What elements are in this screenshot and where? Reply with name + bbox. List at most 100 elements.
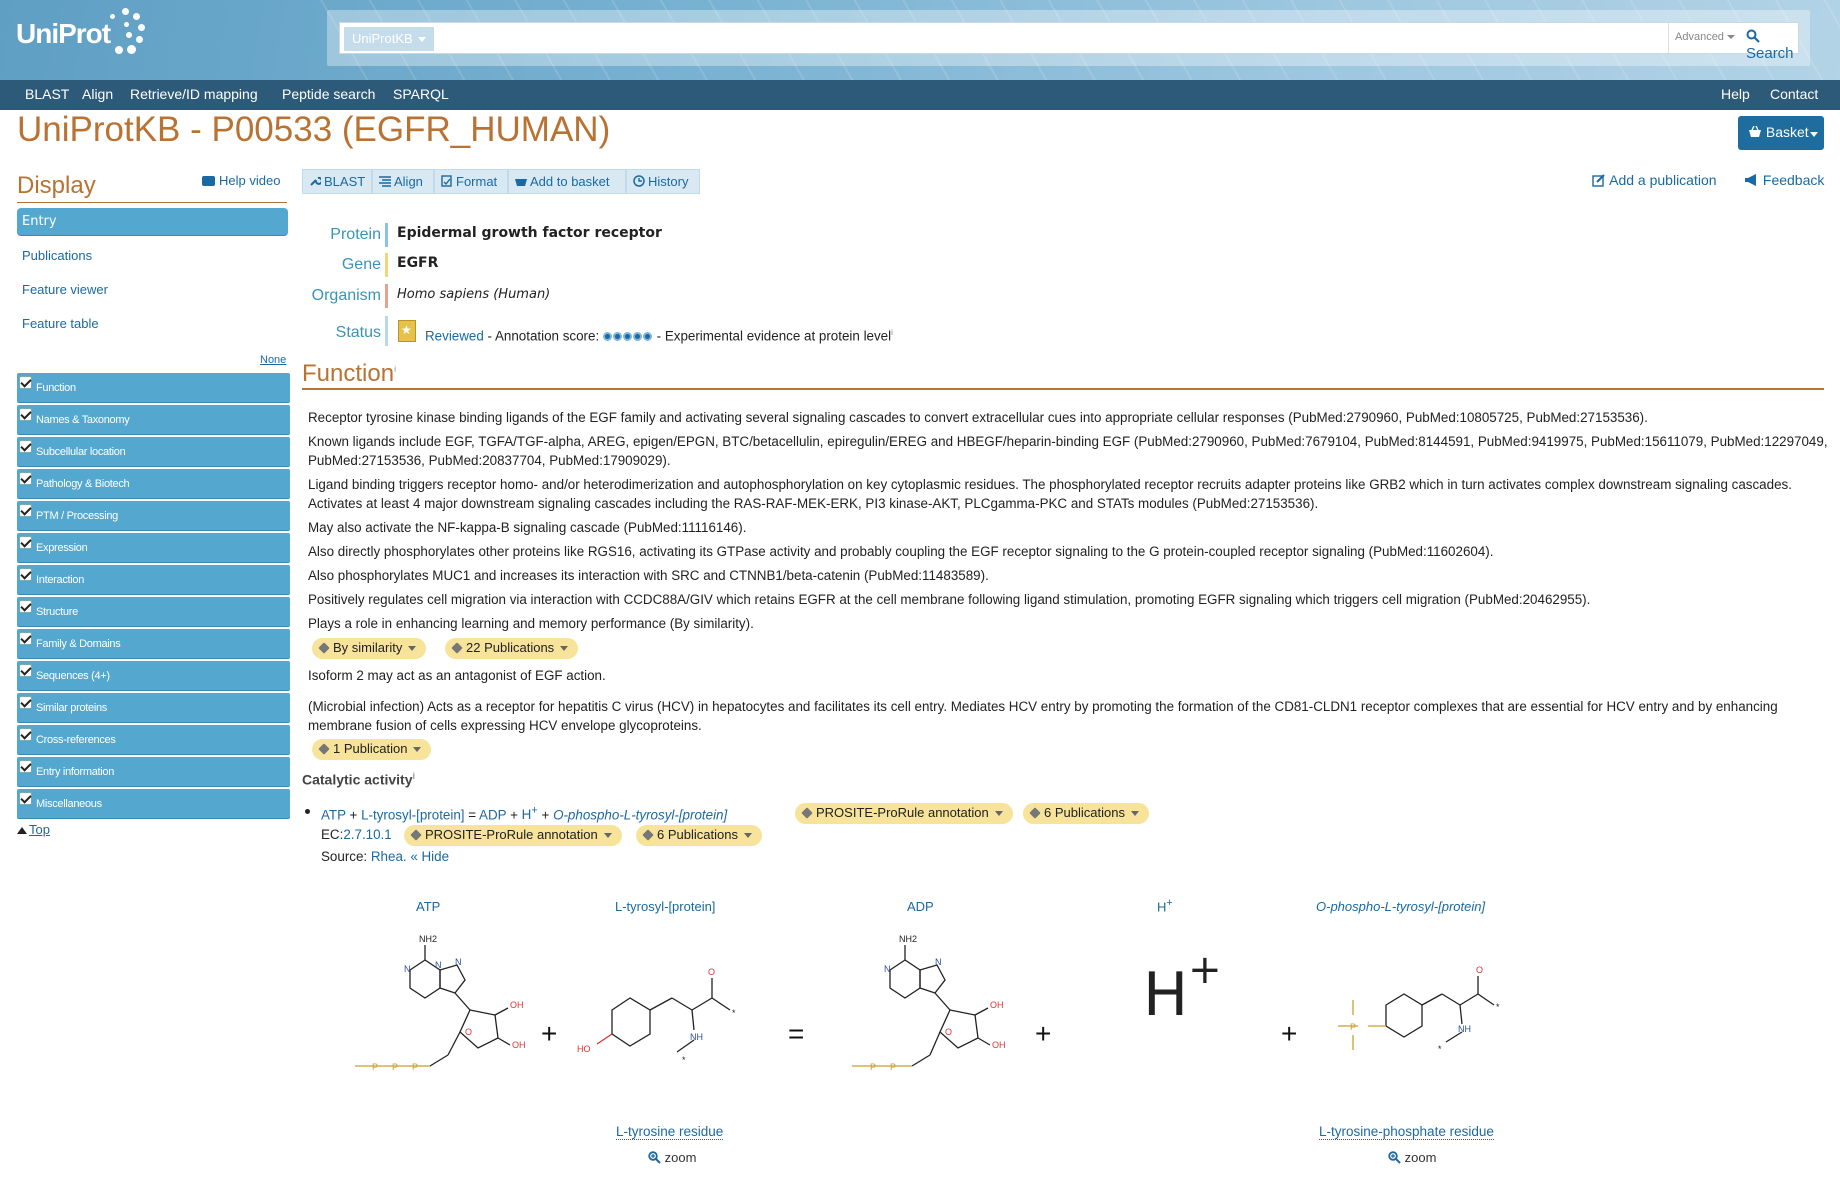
section-interaction[interactable]: Interaction bbox=[17, 565, 290, 594]
section-pathology-biotech[interactable]: Pathology & Biotech bbox=[17, 469, 290, 498]
reaction-h-link[interactable]: H+ bbox=[522, 805, 538, 822]
6-publications-pill[interactable]: 6 Publications bbox=[1023, 803, 1149, 824]
reaction-adp-link[interactable]: ADP bbox=[479, 807, 506, 822]
tag-icon bbox=[318, 743, 330, 755]
section-subcellular-location[interactable]: Subcellular location bbox=[17, 437, 290, 466]
zoom-button[interactable]: zoom bbox=[648, 1150, 696, 1165]
adp-structure-label[interactable]: ADP bbox=[907, 899, 934, 914]
checkbox-checked-icon[interactable] bbox=[19, 504, 32, 517]
select-none-link[interactable]: None bbox=[260, 354, 286, 366]
chevron-down-icon bbox=[560, 646, 569, 652]
prosite-prorule-pill[interactable]: PROSITE-ProRule annotation bbox=[404, 825, 622, 846]
function-paragraph: Positively regulates cell migration via … bbox=[308, 592, 1591, 607]
checkbox-checked-icon[interactable] bbox=[19, 472, 32, 485]
search-button[interactable]: Search bbox=[1746, 23, 1800, 62]
view-entry[interactable]: Entry bbox=[17, 208, 288, 235]
section-function[interactable]: Function bbox=[17, 373, 290, 402]
score-dot-icon bbox=[602, 332, 612, 342]
nav-align[interactable]: Align bbox=[82, 86, 113, 102]
help-video-link[interactable]: Help video bbox=[202, 173, 280, 188]
checkbox-checked-icon[interactable] bbox=[19, 536, 32, 549]
section-label: Function bbox=[36, 382, 76, 394]
organism-link[interactable]: Homo sapiens (Human) bbox=[397, 287, 550, 302]
nav-retrieve-id-mapping[interactable]: Retrieve/ID mapping bbox=[130, 86, 258, 102]
l-tyrosine-phosphate-residue-link[interactable]: L-tyrosine-phosphate residue bbox=[1319, 1124, 1494, 1140]
reaction-phospho-link[interactable]: O-phospho-L-tyrosyl-[protein] bbox=[553, 807, 727, 822]
basket-button[interactable]: Basket bbox=[1738, 116, 1824, 150]
blast-button[interactable]: BLAST bbox=[302, 169, 372, 194]
6-publications-pill[interactable]: 6 Publications bbox=[636, 825, 762, 846]
align-button[interactable]: Align bbox=[372, 169, 434, 194]
by-similarity-pill[interactable]: By similarity bbox=[312, 638, 427, 659]
prosite-prorule-pill[interactable]: PROSITE-ProRule annotation bbox=[795, 803, 1013, 824]
info-icon[interactable]: i bbox=[891, 328, 893, 337]
search-input[interactable] bbox=[440, 25, 1590, 51]
add-to-basket-label: Add to basket bbox=[530, 174, 610, 189]
checkbox-checked-icon[interactable] bbox=[19, 728, 32, 741]
atp-structure-label[interactable]: ATP bbox=[416, 899, 440, 914]
reaction-atp-link[interactable]: ATP bbox=[321, 807, 346, 822]
checkbox-checked-icon[interactable] bbox=[19, 568, 32, 581]
section-expression[interactable]: Expression bbox=[17, 533, 290, 562]
add-to-basket-button[interactable]: Add to basket bbox=[508, 169, 626, 194]
function-paragraph: Also directly phosphorylates other prote… bbox=[308, 544, 1494, 559]
reviewed-link[interactable]: Reviewed bbox=[425, 328, 484, 343]
info-icon[interactable]: i bbox=[413, 771, 416, 781]
zoom-button[interactable]: zoom bbox=[1388, 1150, 1436, 1165]
ec-label: EC: bbox=[321, 827, 344, 842]
checkbox-checked-icon[interactable] bbox=[19, 632, 32, 645]
format-button[interactable]: Format bbox=[434, 169, 508, 194]
reaction-plus: + bbox=[345, 807, 362, 823]
section-names-taxonomy[interactable]: Names & Taxonomy bbox=[17, 405, 290, 434]
tyrosyl-structure-label[interactable]: L-tyrosyl-[protein] bbox=[615, 899, 715, 914]
section-entry-information[interactable]: Entry information bbox=[17, 757, 290, 786]
checkbox-checked-icon[interactable] bbox=[19, 792, 32, 805]
section-miscellaneous[interactable]: Miscellaneous bbox=[17, 789, 290, 818]
feedback-link[interactable]: Feedback bbox=[1744, 172, 1824, 188]
1-publication-pill[interactable]: 1 Publication bbox=[312, 739, 432, 760]
l-tyrosine-residue-link[interactable]: L-tyrosine residue bbox=[616, 1124, 724, 1140]
checkbox-checked-icon[interactable] bbox=[19, 760, 32, 773]
oh-label: OH bbox=[512, 1040, 526, 1050]
section-ptm-processing[interactable]: PTM / Processing bbox=[17, 501, 290, 530]
section-cross-references[interactable]: Cross-references bbox=[17, 725, 290, 754]
checkbox-checked-icon[interactable] bbox=[19, 440, 32, 453]
checkbox-checked-icon[interactable] bbox=[19, 376, 32, 389]
ho-label: HO bbox=[577, 1044, 591, 1054]
checkbox-checked-icon[interactable] bbox=[19, 408, 32, 421]
checkbox-checked-icon[interactable] bbox=[19, 600, 32, 613]
section-similar-proteins[interactable]: Similar proteins bbox=[17, 693, 290, 722]
nav-help[interactable]: Help bbox=[1721, 86, 1750, 102]
arrow-up-icon bbox=[17, 827, 27, 835]
database-select[interactable]: UniProtKB bbox=[344, 27, 434, 51]
nav-peptide-search[interactable]: Peptide search bbox=[282, 86, 375, 102]
nav-blast[interactable]: BLAST bbox=[25, 86, 69, 102]
function-paragraph: Receptor tyrosine kinase binding ligands… bbox=[308, 410, 1648, 425]
checkbox-checked-icon[interactable] bbox=[19, 664, 32, 677]
checkbox-checked-icon[interactable] bbox=[19, 696, 32, 709]
view-publications[interactable]: Publications bbox=[22, 248, 92, 263]
nav-contact[interactable]: Contact bbox=[1770, 86, 1818, 102]
nav-sparql[interactable]: SPARQL bbox=[393, 86, 449, 102]
advanced-search-button[interactable]: Advanced bbox=[1668, 23, 1744, 53]
reaction-tyrosyl-link[interactable]: L-tyrosyl-[protein] bbox=[361, 807, 464, 822]
ec-number-link[interactable]: 2.7.10.1 bbox=[343, 827, 391, 842]
logo-text: UniProt bbox=[16, 18, 111, 49]
organism-bar bbox=[385, 284, 388, 308]
view-feature-table[interactable]: Feature table bbox=[22, 316, 99, 331]
section-sequences[interactable]: Sequences (4+) bbox=[17, 661, 290, 690]
back-to-top-link[interactable]: Top bbox=[17, 822, 50, 837]
add-publication-link[interactable]: Add a publication bbox=[1592, 172, 1717, 188]
history-button[interactable]: History bbox=[626, 169, 700, 194]
catalytic-title-text: Catalytic activity bbox=[302, 771, 413, 788]
uniprot-logo[interactable]: UniProt bbox=[16, 8, 145, 62]
view-feature-viewer[interactable]: Feature viewer bbox=[22, 282, 108, 297]
hide-link[interactable]: « Hide bbox=[410, 849, 449, 864]
info-icon[interactable]: i bbox=[394, 364, 396, 374]
phospho-structure-label[interactable]: O-phospho-L-tyrosyl-[protein] bbox=[1316, 899, 1485, 914]
section-structure[interactable]: Structure bbox=[17, 597, 290, 626]
section-family-domains[interactable]: Family & Domains bbox=[17, 629, 290, 658]
h-structure-label[interactable]: H+ bbox=[1157, 897, 1173, 914]
rhea-link[interactable]: Rhea. bbox=[371, 849, 407, 864]
22-publications-pill[interactable]: 22 Publications bbox=[445, 638, 579, 659]
